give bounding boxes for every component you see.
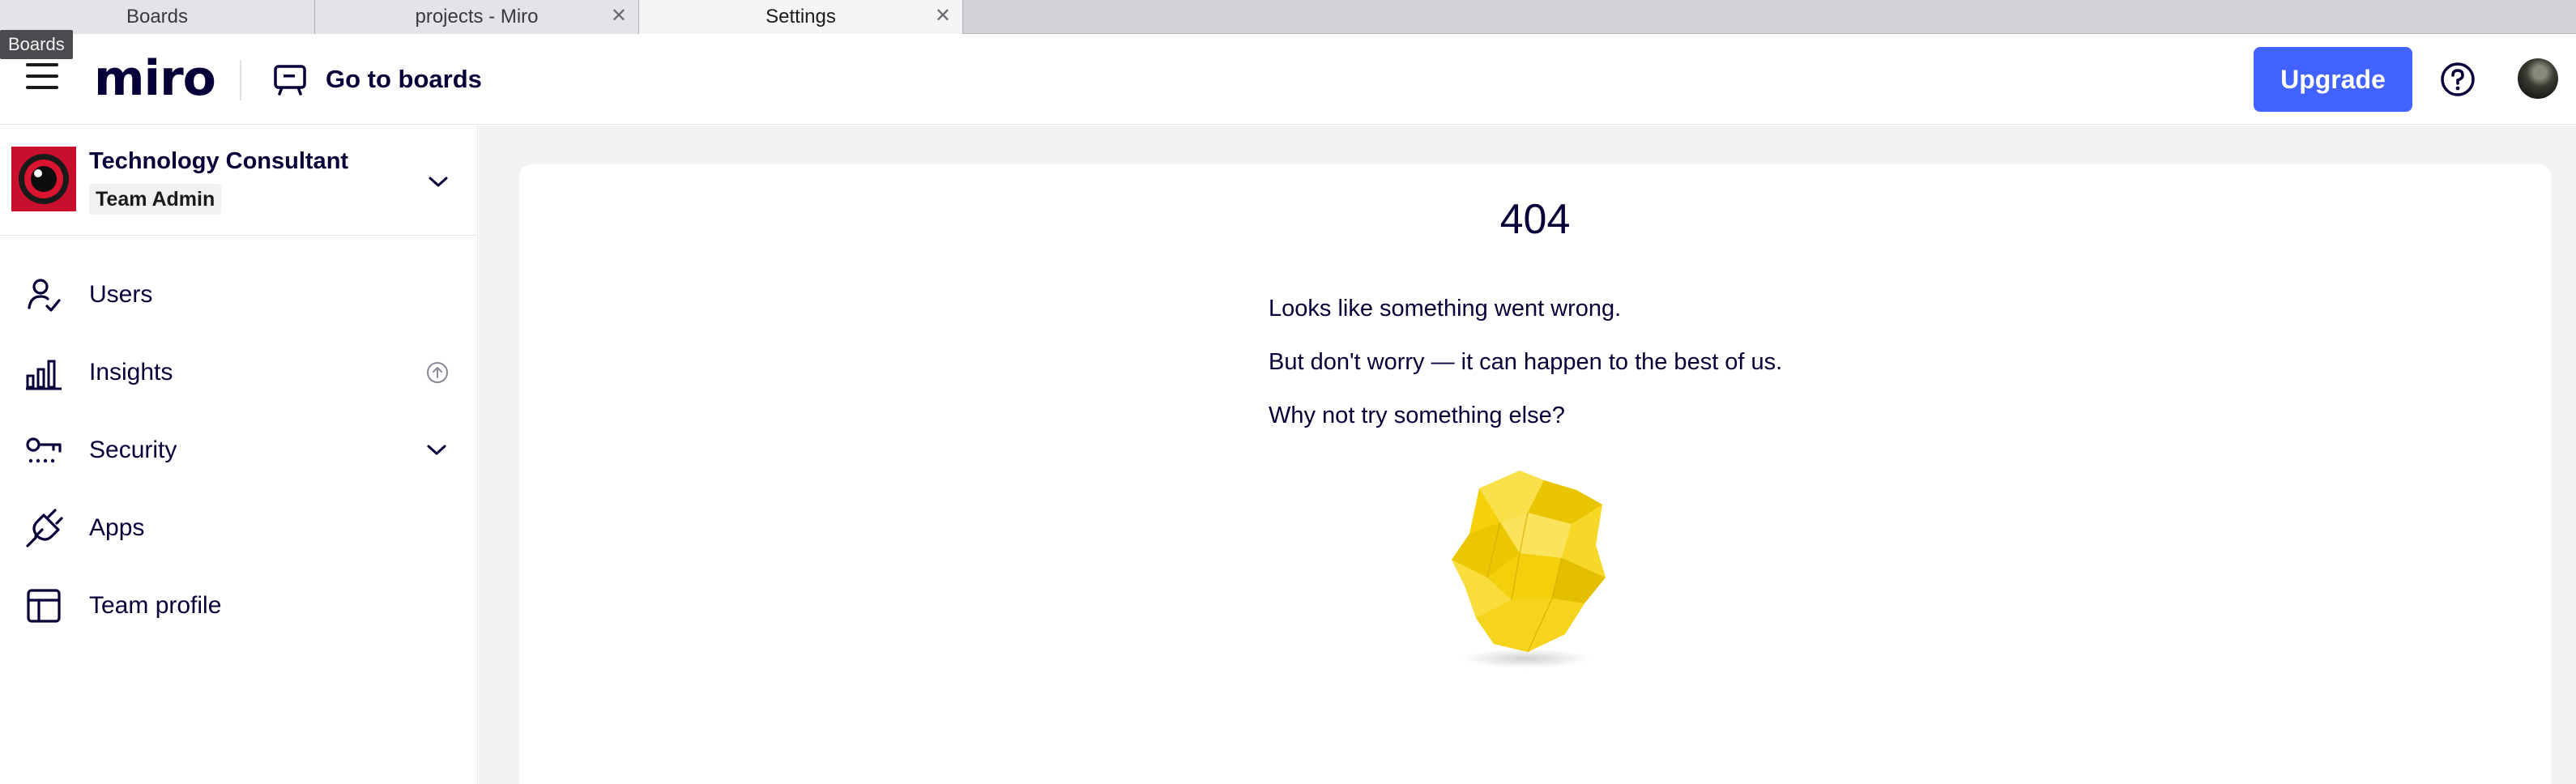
sidebar-item-insights[interactable]: Insights — [0, 338, 478, 407]
browser-tab-projects[interactable]: projects - Miro ✕ — [315, 0, 639, 34]
sidebar-item-team-profile[interactable]: Team profile — [0, 571, 478, 641]
miro-logo[interactable]: miro — [94, 50, 216, 107]
main-content: 404 Looks like something went wrong. But… — [479, 126, 2576, 784]
sidebar-item-security[interactable]: Security — [0, 415, 478, 485]
browser-tab-boards[interactable]: Boards — [0, 0, 315, 34]
user-avatar[interactable] — [2518, 58, 2558, 99]
error-code: 404 — [1499, 196, 1571, 243]
chevron-down-icon[interactable] — [428, 176, 449, 189]
close-tab-icon[interactable]: ✕ — [935, 6, 951, 26]
error-message: Looks like something went wrong. — [1269, 296, 1622, 322]
go-to-boards-link[interactable]: Go to boards — [272, 58, 482, 100]
layout-icon — [27, 589, 61, 623]
sidebar-item-label: Apps — [89, 514, 145, 541]
tab-tooltip: Boards — [0, 30, 73, 59]
sidebar: Technology Consultant Team Admin Users I… — [0, 126, 478, 784]
key-icon — [26, 437, 62, 463]
upgrade-button[interactable]: Upgrade — [2254, 47, 2412, 112]
upgrade-arrow-icon — [427, 362, 448, 383]
header-divider — [240, 60, 241, 100]
browser-tab-settings[interactable]: Settings ✕ — [639, 0, 963, 34]
bar-chart-icon — [26, 360, 62, 390]
hamburger-menu-icon[interactable] — [26, 63, 62, 96]
board-icon — [274, 65, 306, 96]
sidebar-item-label: Security — [89, 437, 177, 463]
sidebar-item-users[interactable]: Users — [0, 260, 478, 330]
sidebar-item-apps[interactable]: Apps — [0, 493, 478, 563]
browser-tab-strip: Boards projects - Miro ✕ Settings ✕ — [0, 0, 2576, 34]
plug-icon — [26, 509, 63, 548]
close-tab-icon[interactable]: ✕ — [611, 6, 627, 26]
error-card: 404 Looks like something went wrong. But… — [519, 164, 2551, 784]
app-header: miro Go to boards Upgrade — [0, 34, 2576, 125]
team-logo — [11, 147, 76, 211]
team-switcher[interactable]: Technology Consultant Team Admin — [0, 126, 478, 236]
go-to-boards-label: Go to boards — [326, 65, 482, 93]
sidebar-item-label: Users — [89, 281, 153, 308]
chevron-down-icon[interactable] — [426, 444, 447, 457]
sidebar-item-label: Team profile — [89, 592, 222, 619]
team-role-badge: Team Admin — [89, 184, 222, 215]
tab-label: Settings — [766, 6, 836, 28]
eye-logo-icon — [11, 147, 76, 211]
tab-label: projects - Miro — [415, 6, 539, 28]
team-name: Technology Consultant — [89, 148, 349, 174]
sidebar-item-label: Insights — [89, 359, 173, 386]
tab-label: Boards — [126, 6, 189, 28]
error-suggestion: Why not try something else? — [1269, 403, 1565, 428]
crumpled-sticky-note-illustration — [1452, 471, 1606, 668]
help-icon[interactable] — [2440, 62, 2476, 97]
error-reassurance: But don't worry — it can happen to the b… — [1269, 349, 1783, 375]
user-check-icon — [28, 279, 61, 312]
